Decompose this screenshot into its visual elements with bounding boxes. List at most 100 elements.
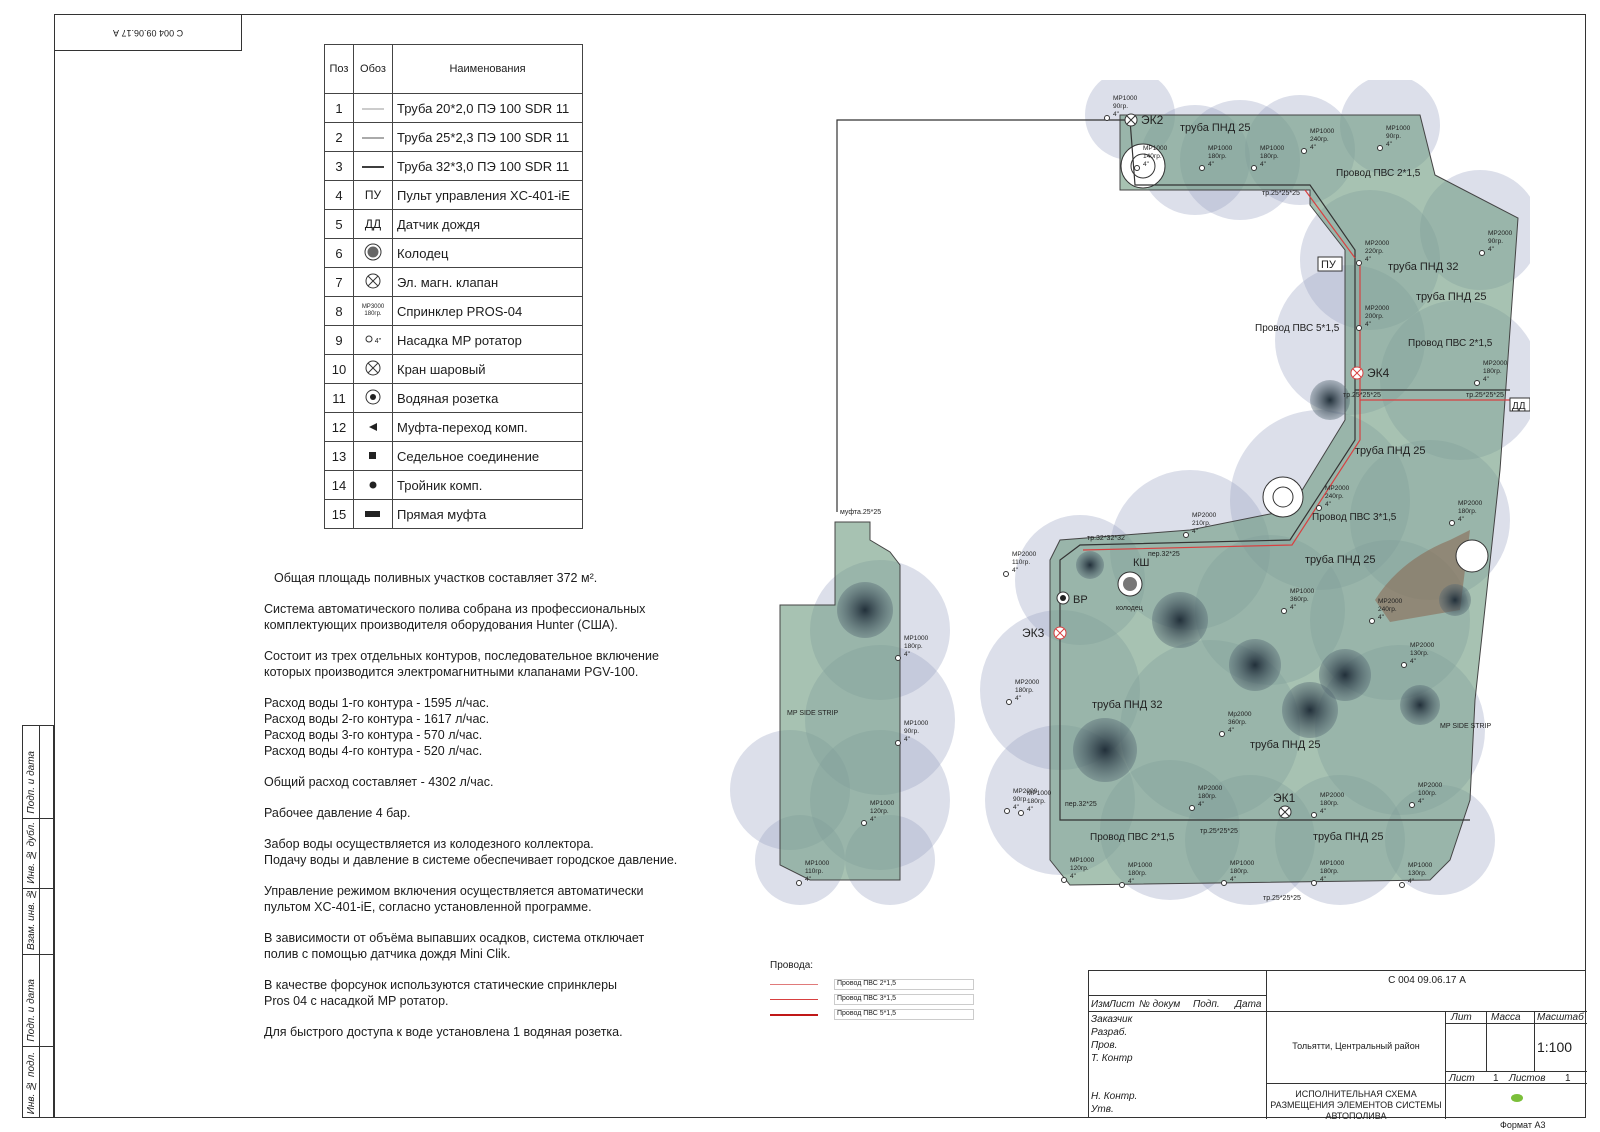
sprinkler-label: 180гр.	[1458, 508, 1477, 515]
legend-row: 12 Муфта-переход комп.	[324, 412, 583, 442]
sprinkler-label: 4"	[1410, 658, 1417, 665]
wire-3-label: Провод ПВС 3*1,5	[834, 994, 974, 1005]
legend-table: Поз Обоз Наименования 1 Труба 20*2,0 ПЭ 1…	[324, 44, 583, 529]
sprinkler-label: 4"	[1320, 876, 1327, 883]
wire-5-label: Провод ПВС 5*1,5	[834, 1009, 974, 1020]
sprinkler-head	[1251, 165, 1257, 171]
note: Система автоматического полива собрана и…	[264, 602, 646, 632]
sprinkler-label: 360гр.	[1228, 719, 1247, 726]
legend-row: 6 Колодец	[324, 238, 583, 268]
sprinkler-head	[1281, 608, 1287, 614]
tb-lit: Лит	[1451, 1012, 1472, 1023]
tee-icon	[369, 481, 377, 489]
label-wire: Провод ПВС 5*1,5	[1255, 323, 1340, 334]
sprinkler-label: 180гр.	[1128, 870, 1147, 877]
sprinkler-label: MP2000	[1483, 360, 1508, 367]
sprinkler-label: 4"	[1386, 141, 1393, 148]
side-stamp-strip: Подп. и дата Инв. № дубл. Взам. инв. № П…	[22, 725, 54, 1118]
sprinkler-label: MP1000	[1070, 857, 1095, 864]
label-fitting: тр.25*25*25	[1343, 392, 1381, 399]
legend-header-sym: Обоз	[353, 44, 393, 94]
sprinkler-label: MP2000	[1378, 598, 1403, 605]
sprinkler-label: MP1000	[904, 635, 929, 642]
sprinkler-head	[861, 820, 867, 826]
sprinkler-label: 4"	[1208, 161, 1215, 168]
sprinkler-head	[1104, 115, 1110, 121]
sprinkler-head	[796, 880, 802, 886]
label-ek2: ЭК2	[1141, 113, 1164, 127]
label-pipe: труба ПНД 25	[1305, 554, 1375, 566]
note: Общий расход составляет - 4302 л/час.	[264, 775, 494, 789]
company-logo-icon	[1505, 1089, 1529, 1109]
sprinkler-label: MP1000	[1408, 862, 1433, 869]
label-pipe: труба ПНД 25	[1416, 291, 1486, 303]
note: Управление режимом включения осуществляе…	[264, 884, 644, 914]
solenoid-valve-icon	[365, 273, 381, 288]
sprinkler-label: 180гр.	[1320, 868, 1339, 875]
label-wire: Провод ПВС 2*1,5	[1336, 168, 1421, 179]
sprinkler-label: MP1000	[1230, 860, 1255, 867]
sprinkler-label: 130гр.	[1408, 870, 1427, 877]
sprinkler-head	[1119, 882, 1125, 888]
sprinkler-label: MP2000	[1410, 642, 1435, 649]
side-label: Инв. № подл.	[26, 1051, 37, 1114]
site-plan: ЭК2 ЭК4 ЭК3 ЭК1 ПУ ДД КШ ВР колодец труб…	[730, 80, 1530, 905]
sprinkler-label: 180гр.	[1260, 153, 1279, 160]
reducer-coupling-icon	[369, 423, 377, 431]
water-outlet-marker	[1056, 591, 1070, 605]
label-pipe: труба ПНД 32	[1388, 261, 1458, 273]
sprinkler-label: 4"	[1143, 161, 1150, 168]
ball-valve-icon	[365, 360, 381, 375]
sprinkler-label: 4"	[904, 736, 911, 743]
sheet-code-stamp: С 004 09.06.17 А	[54, 14, 242, 51]
sprinkler-label: MP1000	[1320, 860, 1345, 867]
sprinkler-label: 90гр.	[1013, 796, 1028, 803]
sprinkler-label: 240гр.	[1325, 493, 1344, 500]
sprinkler-head	[1369, 618, 1375, 624]
sprinkler-head	[1377, 145, 1383, 151]
wire-2-label: Провод ПВС 2*1,5	[834, 979, 974, 990]
sprinkler-label: MP1000	[1143, 145, 1168, 152]
pipe-20-symbol	[362, 108, 384, 110]
pipe-25-symbol	[362, 137, 384, 139]
side-label: Инв. № дубл.	[26, 822, 37, 884]
sprinkler-head	[1183, 532, 1189, 538]
tb-sheet-label: Лист	[1449, 1073, 1475, 1084]
wire-5-line	[770, 1013, 818, 1016]
notes-block: Общая площадь поливных участков составля…	[264, 570, 704, 1055]
sprinkler-head	[1311, 812, 1317, 818]
sprinkler-label: 4"	[1320, 808, 1327, 815]
side-label: Подп. и дата	[26, 751, 37, 814]
sprinkler-label: 4"	[1128, 878, 1135, 885]
label-fitting: пер.32*25	[1065, 801, 1097, 808]
sprinkler-label: 180гр.	[1320, 800, 1339, 807]
sprinkler-label: 4"	[1325, 501, 1332, 508]
legend-row: 4 ПУ Пульт управления XC-401-iE	[324, 180, 583, 210]
wires-legend: Провода: Провод ПВС 2*1,5 Провод ПВС 3*1…	[770, 960, 990, 1022]
sprinkler-label: 4"	[1408, 878, 1415, 885]
side-label: Подп. и дата	[26, 979, 37, 1042]
sprinkler-label: MP2000	[1488, 230, 1513, 237]
sprinkler-label: MP2000	[1458, 500, 1483, 507]
sprinkler-label: 90гр.	[904, 728, 919, 735]
wire-2-line	[770, 984, 818, 985]
tb-role: Пров.	[1091, 1040, 1118, 1051]
sprinkler-label: 4"	[904, 651, 911, 658]
rain-sensor-symbol: ДД	[353, 209, 393, 239]
label-wire: Провод ПВС 2*1,5	[1090, 832, 1175, 843]
sprinkler-label: 4"	[1458, 516, 1465, 523]
legend-row: 8 MP3000 180гр. Спринклер PROS-04	[324, 296, 583, 326]
sprinkler-label: 210гр.	[1192, 520, 1211, 527]
sprinkler-head	[1479, 250, 1485, 256]
sprinkler-label: 4"	[1483, 376, 1490, 383]
pipe-32-symbol	[362, 166, 384, 168]
legend-row: 15 Прямая муфта	[324, 499, 583, 529]
sprinkler-label: 120гр.	[1070, 865, 1089, 872]
sprinkler-label: MP1000	[1386, 125, 1411, 132]
sprinkler-label: 4"	[1013, 804, 1020, 811]
sprinkler-label: 90гр.	[1488, 238, 1503, 245]
sprinkler-label: MP1000	[1128, 862, 1153, 869]
sprinkler-label: 180гр.	[1230, 868, 1249, 875]
label-pipe: труба ПНД 25	[1313, 831, 1383, 843]
straight-coupling-icon	[365, 511, 380, 517]
